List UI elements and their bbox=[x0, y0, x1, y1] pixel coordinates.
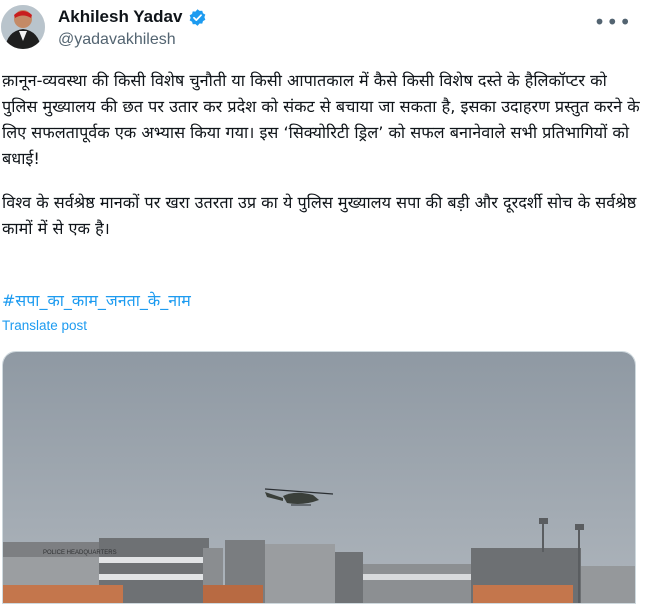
tweet-paragraph-1: क़ानून-व्यवस्था की किसी विशेष चुनौती या … bbox=[2, 68, 642, 172]
helicopter-photo: POLICE HEADQUARTERS bbox=[3, 352, 635, 603]
tweet-line: क़ानून-व्यवस्था की किसी विशेष चुनौती या … bbox=[2, 71, 520, 90]
tweet-line: विश्व के सर्वश्रेष्ठ मानकों पर खरा उतरता… bbox=[2, 193, 498, 212]
building-sign: POLICE HEADQUARTERS bbox=[43, 550, 117, 556]
tweet-text: क़ानून-व्यवस्था की किसी विशेष चुनौती या … bbox=[2, 68, 642, 260]
user-handle[interactable]: @yadavakhilesh bbox=[58, 31, 176, 49]
more-options-icon[interactable]: ••• bbox=[594, 10, 632, 34]
avatar-photo bbox=[1, 5, 45, 49]
display-name[interactable]: Akhilesh Yadav bbox=[58, 7, 182, 27]
verified-badge-icon bbox=[188, 8, 207, 27]
tweet-card: Akhilesh Yadav @yadavakhilesh ••• क़ानून… bbox=[0, 0, 650, 604]
translate-post-link[interactable]: Translate post bbox=[2, 318, 87, 333]
name-row: Akhilesh Yadav bbox=[58, 7, 207, 27]
hashtag-link[interactable]: #सपा_का_काम_जनता_के_नाम bbox=[2, 289, 191, 311]
avatar[interactable] bbox=[1, 5, 45, 49]
tweet-media-image[interactable]: POLICE HEADQUARTERS bbox=[2, 351, 636, 604]
tweet-header: Akhilesh Yadav @yadavakhilesh ••• bbox=[0, 0, 650, 60]
tweet-paragraph-2: विश्व के सर्वश्रेष्ठ मानकों पर खरा उतरता… bbox=[2, 190, 642, 242]
